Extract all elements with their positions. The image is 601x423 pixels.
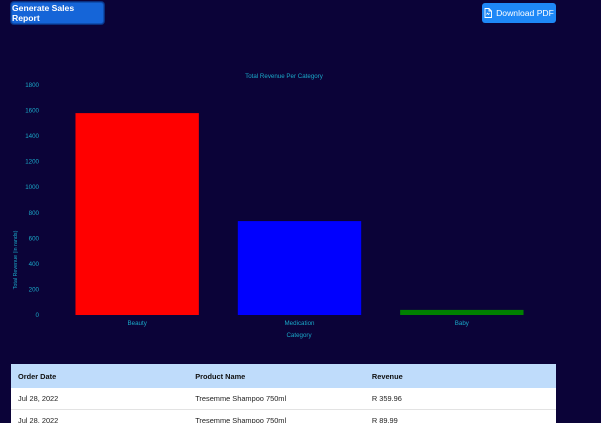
- chart-bars: [75, 113, 524, 315]
- column-header-order-date: Order Date: [18, 371, 57, 381]
- y-tick-label: 0: [36, 312, 40, 319]
- x-tick-label: Beauty: [128, 320, 148, 327]
- download-pdf-button[interactable]: Download PDF: [482, 3, 556, 23]
- table-row: Jul 28, 2022 Tresemme Shampoo 750ml R 35…: [11, 388, 556, 410]
- y-tick-label: 1800: [25, 82, 39, 89]
- y-axis-ticks: 0 200 400 600 800 1000 1200 1400 1600 1800: [25, 82, 39, 319]
- table-header-row: Order Date Product Name Revenue: [11, 364, 556, 388]
- generate-sales-report-button[interactable]: Generate Sales Report: [11, 2, 104, 24]
- sales-table-container: Order Date Product Name Revenue Jul 28, …: [11, 364, 556, 423]
- y-tick-label: 1200: [25, 159, 39, 166]
- chart-title: Total Revenue Per Category: [245, 73, 324, 80]
- y-tick-label: 600: [29, 235, 40, 242]
- revenue-bar-chart: Total Revenue Per Category 0 200 400 600 800…: [13, 73, 524, 339]
- sales-table: Order Date Product Name Revenue Jul 28, …: [11, 364, 556, 423]
- revenue-cell: R 359.96: [364, 388, 556, 410]
- x-axis-label: Category: [286, 332, 312, 339]
- y-tick-label: 1000: [25, 184, 39, 191]
- bar-baby: [400, 309, 524, 315]
- y-tick-label: 400: [29, 261, 40, 268]
- product-name-cell: Tresemme Shampoo 750ml: [188, 388, 365, 410]
- pdf-file-icon: [484, 8, 493, 18]
- download-pdf-label: Download PDF: [496, 8, 554, 18]
- y-tick-label: 1600: [25, 108, 39, 115]
- revenue-cell: R 89.99: [364, 409, 556, 423]
- x-tick-label: Medication: [285, 320, 315, 327]
- order-date-cell: Jul 28, 2022: [11, 409, 189, 423]
- y-tick-label: 200: [29, 286, 40, 293]
- table-row: Jul 28, 2022 Tresemme Shampoo 750ml R 89…: [11, 409, 556, 423]
- x-axis-ticks: Beauty Medication Baby: [128, 320, 470, 327]
- bar-beauty: [75, 113, 199, 315]
- y-tick-label: 800: [29, 210, 40, 217]
- x-tick-label: Baby: [455, 320, 470, 327]
- bar-medication: [237, 221, 362, 315]
- column-header-product-name: Product Name: [195, 371, 246, 381]
- product-name-cell: Tresemme Shampoo 750ml: [188, 409, 365, 423]
- y-tick-label: 1400: [25, 133, 39, 140]
- column-header-revenue: Revenue: [371, 371, 403, 381]
- generate-sales-report-label: Generate Sales Report: [12, 3, 75, 23]
- y-axis-label: Total Revenue (in rands): [13, 230, 19, 289]
- order-date-cell: Jul 28, 2022: [11, 388, 189, 410]
